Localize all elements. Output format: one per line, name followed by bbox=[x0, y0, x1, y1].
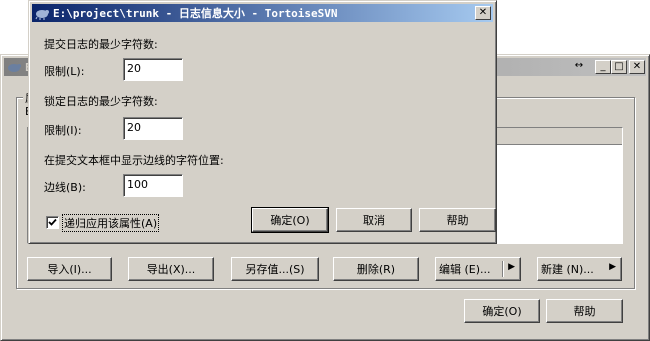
dialog-titlebar[interactable]: E:\project\trunk - 日志信息大小 - TortoiseSVN … bbox=[32, 4, 493, 22]
checkmark-icon bbox=[48, 218, 57, 226]
recursive-checkbox[interactable] bbox=[46, 216, 59, 229]
tortoise-icon bbox=[35, 10, 49, 20]
log-size-dialog: E:\project\trunk - 日志信息大小 - TortoiseSVN … bbox=[28, 0, 497, 244]
commit-section-label: 提交日志的最少字符数: bbox=[44, 38, 158, 51]
maximize-button[interactable]: □ bbox=[611, 60, 627, 74]
minimize-button[interactable]: _ bbox=[595, 60, 611, 74]
import-button[interactable]: 导入(I)... bbox=[27, 257, 112, 281]
save-as-button[interactable]: 另存值...(S) bbox=[231, 257, 319, 281]
dialog-help-button[interactable]: 帮助 bbox=[419, 208, 496, 232]
properties-ok-button[interactable]: 确定(O) bbox=[464, 299, 540, 323]
resize-icon[interactable]: ↔ bbox=[571, 60, 587, 74]
border-input[interactable]: 100 bbox=[123, 174, 183, 197]
dialog-title: E:\project\trunk - 日志信息大小 - TortoiseSVN bbox=[53, 7, 338, 20]
dialog-ok-button[interactable]: 确定(O) bbox=[251, 207, 329, 233]
chevron-right-icon: ▶ bbox=[508, 262, 515, 272]
close-button[interactable]: ✕ bbox=[475, 6, 491, 20]
chevron-right-icon: ▶ bbox=[609, 262, 616, 272]
edit-button[interactable]: 编辑 (E)... ▶ bbox=[435, 257, 521, 281]
border-section-label: 在提交文本框中显示边线的字符位置: bbox=[44, 154, 224, 167]
recursive-label[interactable]: 递归应用该属性(A) bbox=[61, 214, 160, 232]
lock-limit-input[interactable]: 20 bbox=[123, 117, 183, 140]
close-button[interactable]: ✕ bbox=[629, 60, 645, 74]
commit-limit-label: 限制(L): bbox=[44, 65, 85, 78]
border-label: 边线(B): bbox=[44, 181, 86, 194]
lock-limit-label: 限制(I): bbox=[44, 124, 82, 137]
export-button[interactable]: 导出(X)... bbox=[128, 257, 214, 281]
lock-section-label: 锁定日志的最少字符数: bbox=[44, 95, 158, 108]
dialog-cancel-button[interactable]: 取消 bbox=[336, 208, 412, 232]
delete-button[interactable]: 删除(R) bbox=[333, 257, 419, 281]
properties-help-button[interactable]: 帮助 bbox=[546, 299, 623, 323]
tortoise-icon bbox=[8, 64, 21, 72]
new-button[interactable]: 新建 (N)... ▶ bbox=[537, 257, 622, 281]
commit-limit-input[interactable]: 20 bbox=[123, 58, 183, 81]
